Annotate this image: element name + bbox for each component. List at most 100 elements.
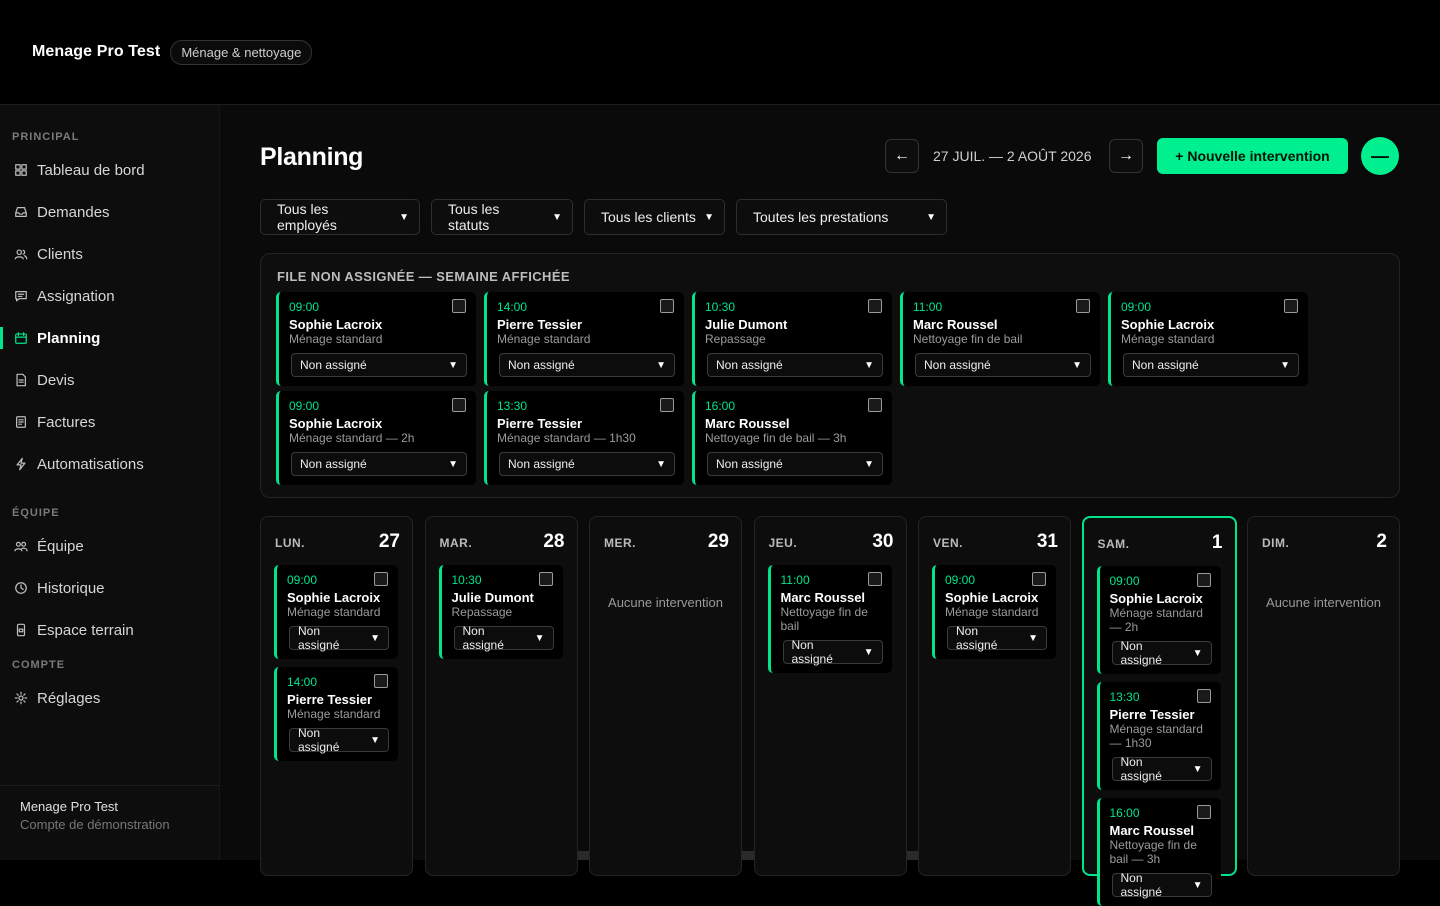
message-icon [13,288,29,304]
sidebar-item-label: Espace terrain [37,621,134,639]
select-checkbox[interactable] [452,398,466,412]
intervention-time: 10:30 [451,573,482,587]
intervention-card[interactable]: 09:00 Sophie Lacroix Ménage standard Non as… [932,565,1056,659]
page-title: Planning [260,143,364,171]
sidebar-item-tableau-de-bord[interactable]: Tableau de bord [0,153,220,187]
filter-label: Tous les employés [277,201,337,233]
select-checkbox[interactable] [1196,573,1211,587]
sidebar-item-equipe[interactable]: Équipe [0,529,220,563]
account-footer[interactable]: Menage Pro Test Compte de démonstration [0,785,220,860]
bolt-icon [13,456,29,472]
assign-employee-select[interactable]: Non assigné ▼ [291,452,467,476]
account-name: Menage Pro Test [20,799,119,814]
assign-employee-select[interactable]: Non assigné ▼ [1111,639,1212,667]
sidebar-item-assignation[interactable]: Assignation [0,279,220,313]
select-checkbox[interactable] [1076,299,1090,313]
next-week-button[interactable]: → [1109,139,1143,173]
select-checkbox[interactable] [538,572,553,586]
intervention-card[interactable]: 11:00 Marc Roussel Nettoyage fin de bail No… [900,292,1100,386]
sidebar-item-historique[interactable]: Historique [0,571,220,605]
day-column-lun: LUN. 27 09:00 Sophie Lacroix Ménage standard… [260,516,413,876]
sidebar-item-devis[interactable]: Devis [0,363,220,397]
assign-employee-select[interactable]: Non assigné ▼ [782,638,883,666]
select-checkbox[interactable] [1196,689,1211,703]
select-checkbox[interactable] [374,572,388,586]
new-intervention-button[interactable]: + Nouvelle intervention [1157,138,1348,174]
select-checkbox[interactable] [452,299,466,313]
intervention-card[interactable]: 09:00 Sophie Lacroix Ménage standard Non as… [1108,292,1308,386]
select-checkbox[interactable] [867,572,882,586]
day-date: 29 [707,531,729,552]
intervention-client: Pierre Tessier [497,416,583,431]
intervention-card[interactable]: 09:00 Sophie Lacroix Ménage standard Non as… [276,292,476,386]
assign-employee-select[interactable]: Non assigné ▼ [499,353,675,377]
intervention-card[interactable]: 14:00 Pierre Tessier Ménage standard Non as… [274,667,398,761]
intervention-client: Sophie Lacroix [1109,591,1203,606]
intervention-client: Pierre Tessier [1109,707,1195,722]
sidebar-item-clients[interactable]: Clients [0,237,220,271]
chevron-down-icon: ▼ [1072,359,1082,371]
assign-select-value: Non assigné [298,624,340,652]
intervention-card[interactable]: 09:00 Sophie Lacroix Ménage standard — 2h No… [1096,566,1221,674]
prev-week-button[interactable]: ← [885,139,919,173]
collapse-button[interactable]: — [1361,137,1399,175]
intervention-time: 13:30 [1109,690,1140,704]
intervention-time: 16:00 [1109,806,1140,820]
sidebar-item-factures[interactable]: Factures [0,405,220,439]
intervention-card[interactable]: 10:30 Julie Dumont Repassage Non assigné ▼ [438,565,563,659]
intervention-card[interactable]: 13:30 Pierre Tessier Ménage standard — 1h30… [1096,682,1221,790]
select-checkbox[interactable] [868,299,882,313]
select-checkbox[interactable] [374,674,388,688]
intervention-time: 14:00 [497,300,528,314]
assign-employee-select[interactable]: Non assigné ▼ [1123,353,1299,377]
intervention-card[interactable]: 13:30 Pierre Tessier Ménage standard — 1h3… [484,391,684,485]
assign-employee-select[interactable]: Non assigné ▼ [915,353,1091,377]
assign-employee-select[interactable]: Non assigné ▼ [707,452,883,476]
intervention-service: Ménage standard — 1h30 [497,431,636,445]
filter-select-2[interactable]: Tous les statuts ▼ [431,199,573,235]
select-checkbox[interactable] [1032,572,1046,586]
chevron-down-icon: ▼ [704,211,714,223]
intervention-card[interactable]: 09:00 Sophie Lacroix Ménage standard Non as… [274,565,398,659]
intervention-card[interactable]: 10:30 Julie Dumont Repassage Non assigné ▼ [692,292,892,386]
select-checkbox[interactable] [1196,805,1211,819]
assign-select-value: Non assigné [716,358,783,372]
select-checkbox[interactable] [1284,299,1298,313]
filter-select-4[interactable]: Toutes les prestations ▼ [736,199,947,235]
assign-select-value: Non assigné [1120,755,1162,783]
day-date: 2 [1376,531,1387,552]
intervention-time: 09:00 [945,573,976,587]
assign-select-value: Non assigné [791,638,833,666]
clock-icon [13,580,29,596]
intervention-card[interactable]: 16:00 Marc Roussel Nettoyage fin de bail —… [692,391,892,485]
intervention-card[interactable]: 11:00 Marc Roussel Nettoyage fin de bail Non… [767,565,892,673]
sidebar-section-title: ÉQUIPE [12,507,60,519]
assign-employee-select[interactable]: Non assigné ▼ [707,353,883,377]
assign-employee-select[interactable]: Non assigné ▼ [1111,871,1212,899]
assign-employee-select[interactable]: Non assigné ▼ [1111,755,1212,783]
intervention-service: bail — 3h [1109,852,1161,866]
assign-employee-select[interactable]: Non assigné ▼ [453,624,554,652]
assign-employee-select[interactable]: Non assigné ▼ [289,624,389,652]
filter-select-1[interactable]: Tous les employés ▼ [260,199,420,235]
sidebar-item-label: Tableau de bord [37,161,145,179]
intervention-card[interactable]: 16:00 Marc Roussel Nettoyage fin de bail — … [1096,798,1221,906]
sidebar-section-title: PRINCIPAL [12,131,80,143]
select-checkbox[interactable] [660,299,674,313]
select-checkbox[interactable] [660,398,674,412]
select-checkbox[interactable] [868,398,882,412]
assign-employee-select[interactable]: Non assigné ▼ [947,624,1047,652]
day-column-ven: VEN. 31 09:00 Sophie Lacroix Ménage standard… [918,516,1071,876]
sidebar-item-demandes[interactable]: Demandes [0,195,220,229]
intervention-card[interactable]: 09:00 Sophie Lacroix Ménage standard — 2h N… [276,391,476,485]
sidebar-item-planning[interactable]: Planning [0,321,220,355]
sidebar-item-reglages[interactable]: Réglages [0,681,220,715]
intervention-card[interactable]: 14:00 Pierre Tessier Ménage standard Non as… [484,292,684,386]
assign-employee-select[interactable]: Non assigné ▼ [499,452,675,476]
chevron-down-icon: ▼ [656,458,666,470]
sidebar-item-automatisations[interactable]: Automatisations [0,447,220,481]
assign-employee-select[interactable]: Non assigné ▼ [291,353,467,377]
assign-employee-select[interactable]: Non assigné ▼ [289,726,389,754]
filter-select-3[interactable]: Tous les clients ▼ [584,199,725,235]
sidebar-item-espace-terrain[interactable]: Espace terrain [0,613,220,647]
